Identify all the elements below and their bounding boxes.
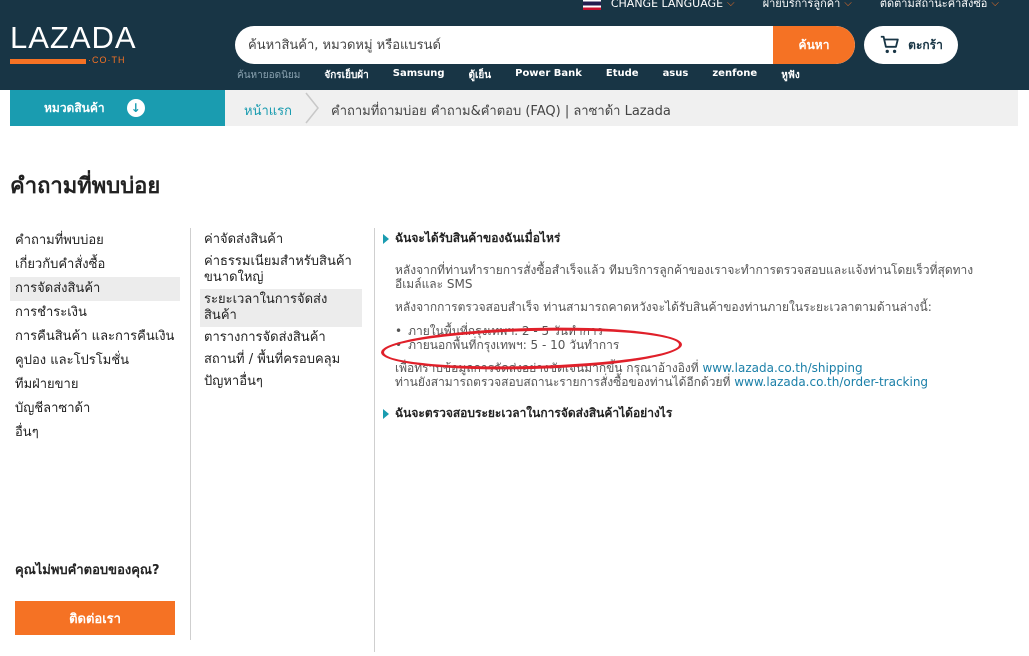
- shipping-link[interactable]: www.lazada.co.th/shipping: [702, 361, 862, 375]
- chevron-right-icon: [305, 92, 319, 124]
- thai-flag-icon: [582, 0, 601, 10]
- arrow-down-circle-icon: ↓: [126, 99, 145, 117]
- answer-paragraph: ท่านยังสามารถตรวจสอบสถานะรายการสั่งซื้อข…: [395, 375, 983, 389]
- nav-item-sales-team[interactable]: ทีมฝ่ายขาย: [10, 373, 180, 397]
- search-box: ค้นหา: [235, 26, 855, 64]
- cart-icon: [880, 35, 899, 54]
- change-language-label: CHANGE LANGUAGE: [610, 0, 724, 10]
- customer-service-link[interactable]: ฝ่ายบริการลูกค้า ⌵: [763, 0, 852, 12]
- faq-category-nav: คำถามที่พบบ่อย เกี่ยวกับคำสั่งซื้อ การจั…: [10, 229, 180, 445]
- delivery-times-list: ภายในพื้นที่กรุงเทพฯ: 2 - 5 วันทำการ ภาย…: [395, 324, 983, 352]
- caret-right-icon: [383, 233, 389, 244]
- cart-label: ตะกร้า: [908, 37, 943, 52]
- popular-searches: ค้นหายอดนิยม จักรเย็บผ้า Samsung ตู้เย็น…: [237, 68, 824, 83]
- logo-bar: [10, 59, 86, 64]
- chevron-down-icon: ⌵: [991, 0, 999, 9]
- nav-item-orders[interactable]: เกี่ยวกับคำสั่งซื้อ: [10, 253, 180, 277]
- breadcrumb-current: คำถามที่ถามบ่อย คำถาม&คำตอบ (FAQ) | ลาซา…: [331, 104, 671, 119]
- subnav-item-coverage[interactable]: สถานที่ / พื้นที่ครอบคลุม: [200, 349, 362, 371]
- faq-answer: หลังจากที่ท่านทำรายการสั่งซื้อสำเร็จแล้ว…: [383, 263, 983, 389]
- track-order-label: ติดตามสถานะคำสั่งซื้อ: [879, 0, 988, 10]
- chevron-down-icon: ⌵: [727, 0, 735, 9]
- nav-item-payment[interactable]: การชำระเงิน: [10, 301, 180, 325]
- subnav-item-shipping-fee[interactable]: ค่าจัดส่งสินค้า: [200, 229, 362, 251]
- popular-keyword[interactable]: ตู้เย็น: [469, 68, 492, 83]
- cart-button[interactable]: ตะกร้า: [864, 26, 958, 64]
- faq-question[interactable]: ฉันจะตรวจสอบระยะเวลาในการจัดส่งสินค้าได้…: [383, 404, 983, 423]
- logo-tld: ·CO·TH: [88, 55, 126, 65]
- divider: [374, 228, 375, 652]
- contact-us-button[interactable]: ติดต่อเรา: [15, 601, 175, 635]
- popular-label: ค้นหายอดนิยม: [237, 70, 301, 81]
- track-order-link[interactable]: ติดตามสถานะคำสั่งซื้อ ⌵: [880, 0, 999, 12]
- page-title: คำถามที่พบบ่อย: [10, 174, 161, 199]
- faq-question-text: ฉันจะตรวจสอบระยะเวลาในการจัดส่งสินค้าได้…: [395, 406, 673, 420]
- subnav-item-schedule[interactable]: ตารางการจัดส่งสินค้า: [200, 327, 362, 349]
- help-question: คุณไม่พบคำตอบของคุณ?: [15, 563, 160, 578]
- popular-keyword[interactable]: Etude: [606, 68, 639, 83]
- top-bar: CHANGE LANGUAGE ⌵ ฝ่ายบริการลูกค้า ⌵ ติด…: [582, 0, 999, 12]
- nav-item-account[interactable]: บัญชีลาซาด้า: [10, 397, 180, 421]
- shipping-info-text: เพื่อทราบข้อมูลการจัดส่งอย่างชัดเจนมากขึ…: [395, 361, 703, 375]
- change-language[interactable]: CHANGE LANGUAGE ⌵: [582, 0, 735, 10]
- category-menu-label: หมวดสินค้า: [44, 100, 105, 115]
- lazada-logo[interactable]: LAZADA ·CO·TH: [10, 20, 137, 66]
- nav-item-returns[interactable]: การคืนสินค้า และการคืนเงิน: [10, 325, 180, 349]
- popular-keyword[interactable]: Samsung: [393, 68, 445, 83]
- list-item: ภายนอกพื้นที่กรุงเทพฯ: 5 - 10 วันทำการ: [395, 338, 983, 352]
- site-header: CHANGE LANGUAGE ⌵ ฝ่ายบริการลูกค้า ⌵ ติด…: [0, 0, 1029, 90]
- subnav-item-other-issues[interactable]: ปัญหาอื่นๆ: [200, 371, 362, 393]
- order-tracking-link[interactable]: www.lazada.co.th/order-tracking: [734, 375, 928, 389]
- category-menu-button[interactable]: หมวดสินค้า ↓: [10, 90, 225, 126]
- nav-item-shipping[interactable]: การจัดส่งสินค้า: [10, 277, 180, 301]
- popular-keyword[interactable]: จักรเย็บผ้า: [324, 68, 368, 83]
- subnav-item-bulky-fee[interactable]: ค่าธรรมเนียมสำหรับสินค้าขนาดใหญ่: [200, 251, 362, 289]
- tracking-info-text: ท่านยังสามารถตรวจสอบสถานะรายการสั่งซื้อข…: [395, 375, 735, 389]
- shipping-topics-nav: ค่าจัดส่งสินค้า ค่าธรรมเนียมสำหรับสินค้า…: [200, 229, 362, 393]
- caret-right-icon: [383, 408, 389, 419]
- faq-question-text: ฉันจะได้รับสินค้าของฉันเมื่อไหร่: [395, 231, 561, 245]
- logo-text: LAZADA: [10, 20, 137, 55]
- nav-item-faq[interactable]: คำถามที่พบบ่อย: [10, 229, 180, 253]
- logo-subline: ·CO·TH: [10, 55, 132, 66]
- popular-keyword[interactable]: zenfone: [712, 68, 757, 83]
- breadcrumb-home-link[interactable]: หน้าแรก: [244, 100, 292, 121]
- divider: [190, 228, 191, 640]
- answer-paragraph: เพื่อทราบข้อมูลการจัดส่งอย่างชัดเจนมากขึ…: [395, 361, 983, 375]
- subnav-item-delivery-time[interactable]: ระยะเวลาในการจัดส่งสินค้า: [200, 289, 362, 327]
- nav-item-other[interactable]: อื่นๆ: [10, 421, 180, 445]
- popular-keyword[interactable]: หูฟัง: [781, 68, 800, 83]
- list-item: ภายในพื้นที่กรุงเทพฯ: 2 - 5 วันทำการ: [395, 324, 983, 338]
- search-button[interactable]: ค้นหา: [773, 26, 855, 64]
- search-input[interactable]: [235, 26, 775, 64]
- popular-keyword[interactable]: Power Bank: [515, 68, 582, 83]
- nav-item-coupons[interactable]: คูปอง และโปรโมชั่น: [10, 349, 180, 373]
- popular-keyword[interactable]: asus: [663, 68, 689, 83]
- faq-question[interactable]: ฉันจะได้รับสินค้าของฉันเมื่อไหร่: [383, 229, 983, 248]
- chevron-down-icon: ⌵: [844, 0, 852, 9]
- breadcrumb: หมวดสินค้า ↓ หน้าแรก คำถามที่ถามบ่อย คำถ…: [10, 90, 1018, 126]
- answer-paragraph: หลังจากที่ท่านทำรายการสั่งซื้อสำเร็จแล้ว…: [395, 263, 974, 291]
- faq-content: ฉันจะได้รับสินค้าของฉันเมื่อไหร่ หลังจาก…: [383, 229, 983, 423]
- customer-service-label: ฝ่ายบริการลูกค้า: [762, 0, 841, 10]
- answer-paragraph: หลังจากการตรวจสอบสำเร็จ ท่านสามารถคาดหวั…: [395, 300, 932, 314]
